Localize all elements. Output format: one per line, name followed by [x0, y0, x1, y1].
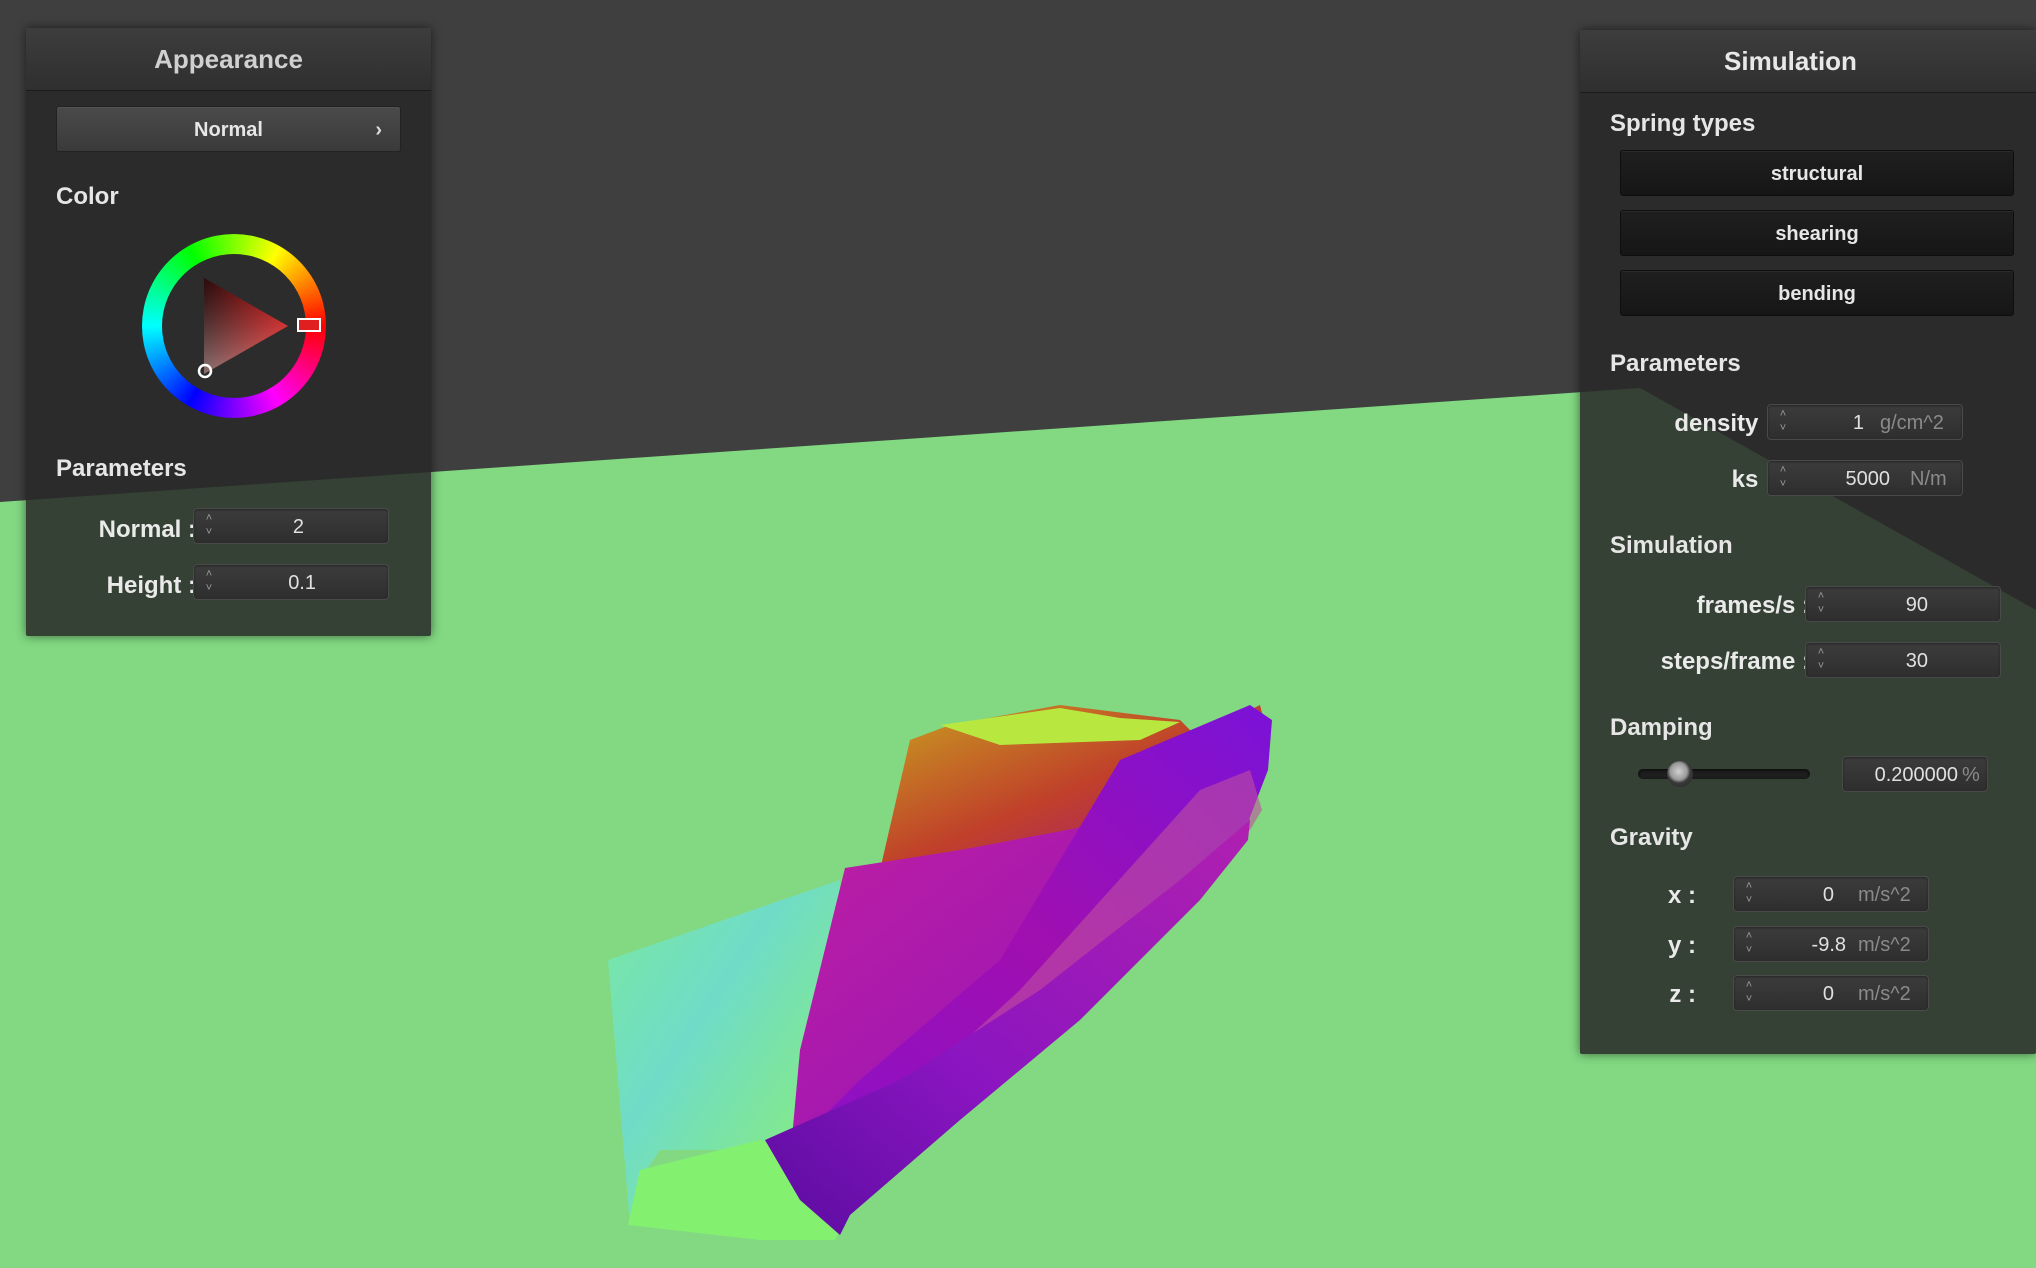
height-value: 0.1: [288, 572, 316, 594]
damping-input[interactable]: 0.200000 %: [1842, 756, 1988, 792]
appearance-panel-title: Appearance: [26, 28, 431, 91]
normal-label: Normal :: [98, 516, 196, 543]
density-value: 1: [1852, 412, 1864, 434]
spring-types-title: Spring types: [1610, 110, 1756, 137]
shearing-button[interactable]: shearing: [1620, 210, 2014, 256]
gravity-x-unit: m/s^2: [1858, 884, 1911, 906]
fps-input[interactable]: ˄ ˅ 90: [1805, 586, 2001, 622]
gravity-x-input[interactable]: ˄ ˅ 0 m/s^2: [1733, 876, 1929, 912]
density-label: density :: [1674, 410, 1773, 437]
hue-marker[interactable]: [297, 318, 321, 332]
simulation-panel: Simulation Spring types structural shear…: [1580, 30, 2036, 1054]
fps-value: 90: [1905, 594, 1928, 616]
sim-section-title: Simulation: [1610, 532, 1733, 559]
gravity-section-title: Gravity: [1610, 824, 1693, 851]
shading-mode-button[interactable]: Normal ›: [56, 106, 401, 152]
damping-slider[interactable]: [1638, 761, 1810, 787]
bending-button[interactable]: bending: [1620, 270, 2014, 316]
ks-value: 5000: [1845, 468, 1891, 490]
damping-section-title: Damping: [1610, 714, 1713, 741]
ks-input[interactable]: ˄ ˅ 5000 N/m: [1767, 460, 1963, 496]
normal-input[interactable]: ˄ ˅ 2: [193, 508, 389, 544]
gravity-y-input[interactable]: ˄ ˅ -9.8 m/s^2: [1733, 926, 1929, 962]
gravity-y-unit: m/s^2: [1858, 934, 1911, 956]
damping-slider-knob[interactable]: [1667, 761, 1693, 787]
chevron-right-icon: ›: [375, 119, 382, 141]
simulation-panel-title: Simulation: [1580, 30, 2036, 93]
color-wheel[interactable]: [142, 234, 326, 418]
steps-label: steps/frame :: [1660, 648, 1810, 675]
ks-label: ks :: [1731, 466, 1773, 493]
structural-button[interactable]: structural: [1620, 150, 2014, 196]
gravity-y-label: y :: [1667, 932, 1696, 959]
steps-input[interactable]: ˄ ˅ 30: [1805, 642, 2001, 678]
gravity-z-input[interactable]: ˄ ˅ 0 m/s^2: [1733, 975, 1929, 1011]
gravity-z-label: z :: [1669, 981, 1696, 1008]
shading-mode-label: Normal: [194, 119, 263, 141]
gravity-y-value: -9.8: [1811, 934, 1846, 956]
density-unit: g/cm^2: [1880, 412, 1944, 434]
sim-params-title: Parameters: [1610, 350, 1741, 377]
appearance-panel: Appearance Normal › Color Parameters Nor…: [26, 28, 431, 636]
color-section-title: Color: [56, 183, 119, 210]
damping-unit: %: [1962, 764, 1980, 786]
height-input[interactable]: ˄ ˅ 0.1: [193, 564, 389, 600]
fps-label: frames/s :: [1696, 592, 1810, 619]
appearance-params-title: Parameters: [56, 455, 187, 482]
height-label: Height :: [106, 572, 196, 599]
gravity-z-unit: m/s^2: [1858, 983, 1911, 1005]
gravity-z-value: 0: [1822, 983, 1834, 1005]
ks-unit: N/m: [1910, 468, 1947, 490]
gravity-x-value: 0: [1822, 884, 1834, 906]
damping-value: 0.200000: [1874, 764, 1958, 786]
steps-value: 30: [1905, 650, 1928, 672]
normal-value: 2: [292, 516, 304, 538]
gravity-x-label: x :: [1667, 882, 1696, 909]
density-input[interactable]: ˄ ˅ 1 g/cm^2: [1767, 404, 1963, 440]
